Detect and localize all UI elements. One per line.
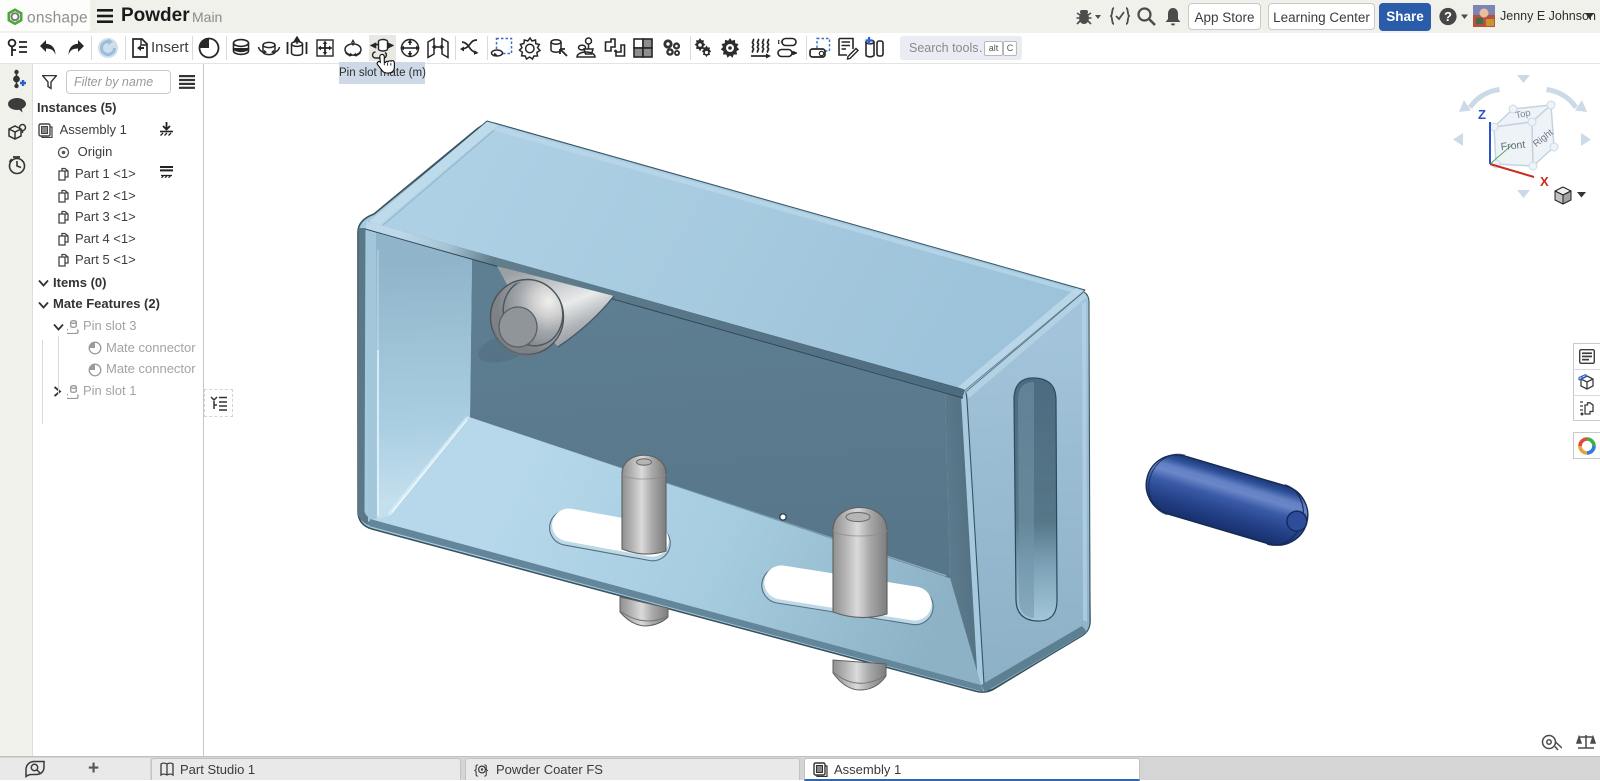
svg-text:}: } <box>484 762 489 777</box>
svg-text:Front: Front <box>1500 139 1526 154</box>
svg-text:X: X <box>1540 174 1549 189</box>
svg-text:?: ? <box>1444 9 1452 24</box>
svg-text:Z: Z <box>1478 107 1486 122</box>
svg-text:onshape: onshape <box>27 10 88 27</box>
